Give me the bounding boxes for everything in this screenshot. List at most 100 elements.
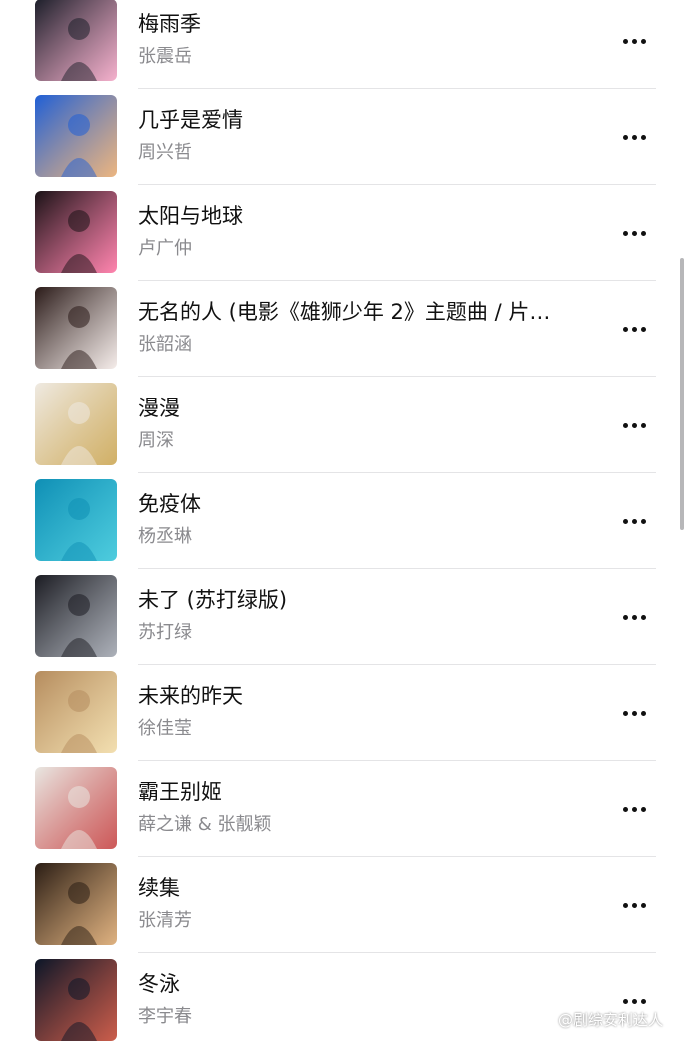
more-dots-icon bbox=[640, 614, 646, 620]
row-divider bbox=[138, 760, 656, 761]
song-artist[interactable]: 张震岳 bbox=[138, 46, 192, 68]
row-divider bbox=[138, 568, 656, 569]
more-dots-icon bbox=[640, 998, 646, 1004]
song-title[interactable]: 梅雨季 bbox=[138, 11, 586, 37]
more-dots-icon bbox=[631, 38, 637, 44]
more-dots-icon bbox=[640, 806, 646, 812]
row-divider bbox=[138, 472, 656, 473]
more-dots-icon bbox=[640, 518, 646, 524]
song-title[interactable]: 续集 bbox=[138, 875, 586, 901]
song-title[interactable]: 无名的人 (电影《雄狮少年 2》主题曲 / 片… bbox=[138, 299, 586, 325]
song-title[interactable]: 霸王别姬 bbox=[138, 779, 586, 805]
more-dots-icon bbox=[622, 614, 628, 620]
more-options-button[interactable] bbox=[612, 698, 656, 728]
more-dots-icon bbox=[622, 518, 628, 524]
weibo-logo-icon bbox=[529, 1011, 553, 1029]
album-art[interactable] bbox=[35, 287, 117, 369]
row-divider bbox=[138, 952, 656, 953]
song-artist[interactable]: 苏打绿 bbox=[138, 622, 192, 644]
song-title[interactable]: 漫漫 bbox=[138, 395, 586, 421]
song-row[interactable]: 续集 张清芳 bbox=[0, 863, 690, 959]
song-title[interactable]: 未了 (苏打绿版) bbox=[138, 587, 586, 613]
album-art[interactable] bbox=[35, 863, 117, 945]
more-options-button[interactable] bbox=[612, 314, 656, 344]
more-dots-icon bbox=[622, 806, 628, 812]
song-title[interactable]: 太阳与地球 bbox=[138, 203, 586, 229]
more-dots-icon bbox=[631, 326, 637, 332]
album-art-image bbox=[35, 0, 117, 81]
song-artist[interactable]: 卢广仲 bbox=[138, 238, 192, 260]
song-row[interactable]: 冬泳 李宇春 bbox=[0, 959, 690, 1055]
watermark-text: @剧综安利达人 bbox=[558, 1011, 664, 1029]
more-options-button[interactable] bbox=[612, 794, 656, 824]
song-artist[interactable]: 杨丞琳 bbox=[138, 526, 192, 548]
song-row[interactable]: 未了 (苏打绿版) 苏打绿 bbox=[0, 575, 690, 671]
row-divider bbox=[138, 184, 656, 185]
song-row[interactable]: 未来的昨天 徐佳莹 bbox=[0, 671, 690, 767]
more-dots-icon bbox=[622, 38, 628, 44]
album-art-image bbox=[35, 287, 117, 369]
more-dots-icon bbox=[622, 710, 628, 716]
album-art-image bbox=[35, 767, 117, 849]
song-title[interactable]: 冬泳 bbox=[138, 971, 586, 997]
scrollbar[interactable] bbox=[680, 258, 684, 530]
more-options-button[interactable] bbox=[612, 602, 656, 632]
more-dots-icon bbox=[631, 422, 637, 428]
more-dots-icon bbox=[631, 902, 637, 908]
song-artist[interactable]: 李宇春 bbox=[138, 1006, 192, 1028]
song-row[interactable]: 免疫体 杨丞琳 bbox=[0, 479, 690, 575]
more-dots-icon bbox=[622, 230, 628, 236]
album-art-image bbox=[35, 383, 117, 465]
more-options-button[interactable] bbox=[612, 506, 656, 536]
song-artist[interactable]: 张韶涵 bbox=[138, 334, 192, 356]
row-divider bbox=[138, 856, 656, 857]
song-title[interactable]: 免疫体 bbox=[138, 491, 586, 517]
more-dots-icon bbox=[631, 518, 637, 524]
song-row[interactable]: 漫漫 周深 bbox=[0, 383, 690, 479]
more-options-button[interactable] bbox=[612, 218, 656, 248]
row-divider bbox=[138, 280, 656, 281]
song-title[interactable]: 未来的昨天 bbox=[138, 683, 586, 709]
album-art[interactable] bbox=[35, 767, 117, 849]
song-row[interactable]: 无名的人 (电影《雄狮少年 2》主题曲 / 片… 张韶涵 bbox=[0, 287, 690, 383]
album-art[interactable] bbox=[35, 191, 117, 273]
watermark: @剧综安利达人 bbox=[528, 1009, 663, 1030]
album-art[interactable] bbox=[35, 95, 117, 177]
album-art[interactable] bbox=[35, 0, 117, 81]
song-row[interactable]: 太阳与地球 卢广仲 bbox=[0, 191, 690, 287]
album-art[interactable] bbox=[35, 383, 117, 465]
album-art-image bbox=[35, 671, 117, 753]
more-dots-icon bbox=[640, 230, 646, 236]
more-dots-icon bbox=[631, 134, 637, 140]
album-art[interactable] bbox=[35, 671, 117, 753]
song-title[interactable]: 几乎是爱情 bbox=[138, 107, 586, 133]
album-art-image bbox=[35, 959, 117, 1041]
more-dots-icon bbox=[640, 902, 646, 908]
song-row[interactable]: 梅雨季 张震岳 bbox=[0, 0, 690, 95]
more-dots-icon bbox=[640, 326, 646, 332]
song-row[interactable]: 几乎是爱情 周兴哲 bbox=[0, 95, 690, 191]
more-dots-icon bbox=[622, 422, 628, 428]
song-row[interactable]: 霸王别姬薛之谦 & 张靓颖 bbox=[0, 767, 690, 863]
song-artist[interactable]: 周兴哲 bbox=[138, 142, 192, 164]
more-dots-icon bbox=[640, 710, 646, 716]
album-art[interactable] bbox=[35, 575, 117, 657]
song-artist[interactable]: 徐佳莹 bbox=[138, 718, 192, 740]
more-options-button[interactable] bbox=[612, 26, 656, 56]
more-dots-icon bbox=[622, 134, 628, 140]
more-dots-icon bbox=[631, 230, 637, 236]
more-dots-icon bbox=[640, 38, 646, 44]
more-dots-icon bbox=[622, 998, 628, 1004]
album-art[interactable] bbox=[35, 959, 117, 1041]
album-art-image bbox=[35, 575, 117, 657]
more-options-button[interactable] bbox=[612, 890, 656, 920]
more-dots-icon bbox=[622, 902, 628, 908]
more-options-button[interactable] bbox=[612, 410, 656, 440]
song-artist[interactable]: 张清芳 bbox=[138, 910, 192, 932]
more-options-button[interactable] bbox=[612, 122, 656, 152]
album-art[interactable] bbox=[35, 479, 117, 561]
album-art-image bbox=[35, 479, 117, 561]
more-dots-icon bbox=[631, 998, 637, 1004]
song-artist[interactable]: 薛之谦 & 张靓颖 bbox=[138, 814, 271, 836]
song-artist[interactable]: 周深 bbox=[138, 430, 174, 452]
